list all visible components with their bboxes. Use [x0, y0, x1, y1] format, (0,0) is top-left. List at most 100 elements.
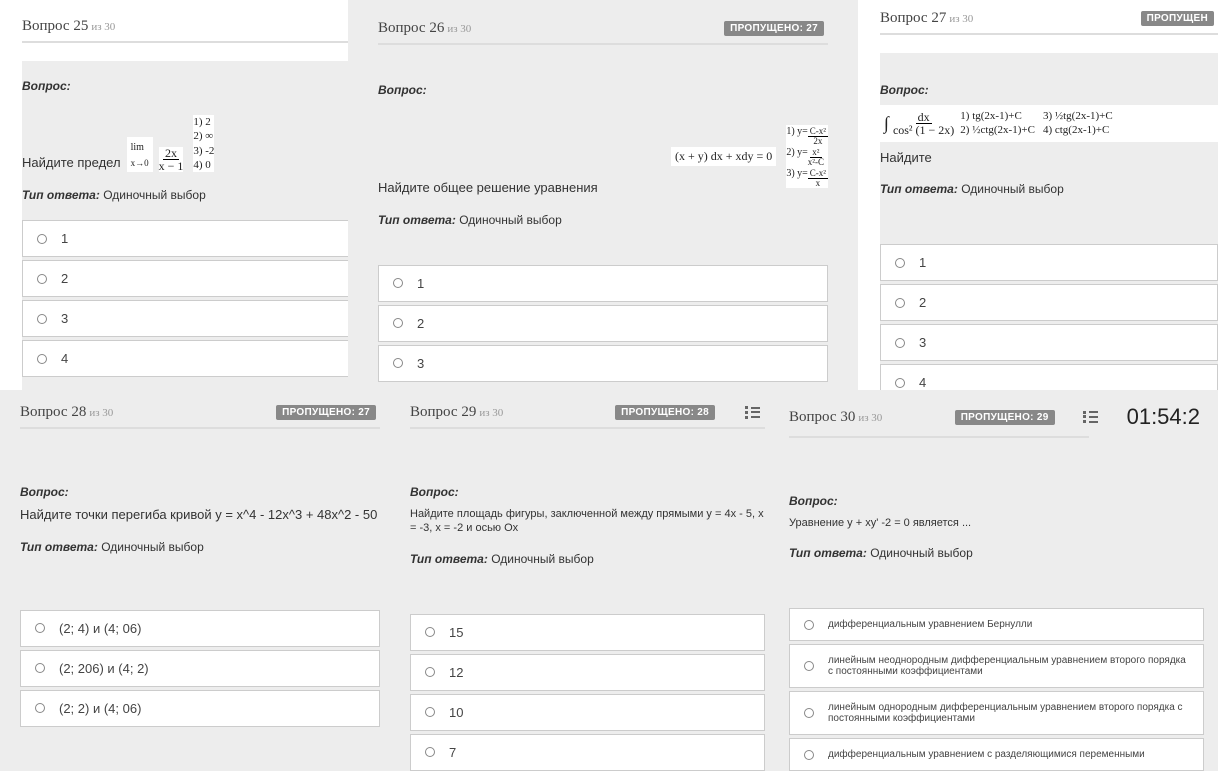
option-label: линейным однородным дифференциальным ура… — [828, 702, 1189, 724]
option-label: 15 — [449, 625, 463, 640]
option[interactable]: 3 — [378, 345, 828, 382]
progress-bar — [789, 436, 1089, 438]
radio-icon — [425, 707, 435, 717]
radio-icon — [37, 314, 47, 324]
option[interactable]: дифференциальным уравнением Бернулли — [789, 608, 1204, 641]
question-card-25: Вопрос 25из 30 Вопрос: Найдите предел li… — [0, 0, 365, 421]
answer-type: Тип ответа: Одиночный выбор — [880, 182, 1218, 196]
option-label: линейным неоднородным дифференциальным у… — [828, 655, 1189, 677]
skipped-badge: ПРОПУЩЕН — [1141, 11, 1214, 26]
answer-type: Тип ответа: Одиночный выбор — [22, 188, 365, 202]
skipped-badge: ПРОПУЩЕНО: 27 — [724, 21, 824, 36]
option[interactable]: 1 — [22, 220, 365, 257]
radio-icon — [895, 298, 905, 308]
question-label: Вопрос: — [880, 83, 1218, 97]
question-card-29: Вопрос 29из 30 ПРОПУЩЕНО: 28 Вопрос: Най… — [390, 390, 775, 771]
radio-icon — [425, 747, 435, 757]
progress-bar — [378, 43, 828, 45]
question-number: Вопрос 28из 30 — [20, 404, 113, 421]
question-card-30: Вопрос 30из 30 ПРОПУЩЕНО: 29 01:54:2 Воп… — [775, 390, 1218, 771]
option-label: 1 — [919, 255, 926, 270]
option[interactable]: линейным неоднородным дифференциальным у… — [789, 644, 1204, 688]
option[interactable]: 2 — [880, 284, 1218, 321]
option-label: дифференциальным уравнением с разделяющи… — [828, 749, 1145, 760]
question-card-27: Вопрос 27из 30 ПРОПУЩЕН Вопрос: ∫ dxcos²… — [858, 0, 1218, 413]
option[interactable]: 7 — [410, 734, 765, 771]
option[interactable]: 1 — [378, 265, 828, 302]
radio-icon — [37, 274, 47, 284]
radio-icon — [895, 338, 905, 348]
option[interactable]: 3 — [22, 300, 365, 337]
skipped-badge: ПРОПУЩЕНО: 28 — [615, 405, 715, 420]
question-text: Найдите предел limx→0 2xx − 1 1) 22) ∞3)… — [22, 115, 365, 172]
question-number: Вопрос 26из 30 — [378, 20, 471, 37]
question-label: Вопрос: — [410, 485, 765, 499]
option[interactable]: дифференциальным уравнением с разделяющи… — [789, 738, 1204, 771]
options-list: 1 2 3 4 — [22, 220, 365, 377]
options-list: 1 2 3 — [378, 265, 828, 382]
option[interactable]: 2 — [22, 260, 365, 297]
question-text: ∫ dxcos² (1 − 2x) 1) tg(2x-1)+C2) ½ctg(2… — [880, 105, 1218, 142]
option[interactable]: 3 — [880, 324, 1218, 361]
radio-icon — [35, 663, 45, 673]
options-list: 1 2 3 4 — [880, 244, 1218, 401]
radio-icon — [425, 627, 435, 637]
radio-icon — [804, 620, 814, 630]
option[interactable]: (2; 2) и (4; 06) — [20, 690, 380, 727]
question-number: Вопрос 25из 30 — [22, 18, 115, 35]
option[interactable]: 4 — [22, 340, 365, 377]
option-label: 1 — [61, 231, 68, 246]
option[interactable]: 12 — [410, 654, 765, 691]
option[interactable]: (2; 4) и (4; 06) — [20, 610, 380, 647]
question-text-below: Найдите — [880, 150, 1218, 167]
skipped-badge: ПРОПУЩЕНО: 27 — [276, 405, 376, 420]
radio-icon — [393, 318, 403, 328]
option-label: (2; 206) и (4; 2) — [59, 661, 149, 676]
question-text-below: Найдите общее решение уравнения — [378, 180, 828, 197]
progress-bar — [880, 33, 1218, 35]
question-label: Вопрос: — [378, 83, 828, 97]
option-label: 2 — [417, 316, 424, 331]
options-list: 15 12 10 7 — [410, 614, 765, 771]
question-label: Вопрос: — [789, 494, 1204, 508]
radio-icon — [895, 378, 905, 388]
radio-icon — [35, 623, 45, 633]
options-list: дифференциальным уравнением Бернулли лин… — [789, 608, 1204, 771]
option[interactable]: 2 — [378, 305, 828, 342]
answer-type: Тип ответа: Одиночный выбор — [410, 552, 765, 566]
option[interactable]: 10 — [410, 694, 765, 731]
radio-icon — [804, 708, 814, 718]
question-text: Найдите точки перегиба кривой y = x^4 - … — [20, 507, 380, 524]
option-label: 10 — [449, 705, 463, 720]
option-label: 3 — [417, 356, 424, 371]
option[interactable]: линейным однородным дифференциальным ура… — [789, 691, 1204, 735]
radio-icon — [804, 661, 814, 671]
option-label: 12 — [449, 665, 463, 680]
question-number: Вопрос 30из 30 — [789, 409, 882, 426]
radio-icon — [804, 750, 814, 760]
skipped-badge: ПРОПУЩЕНО: 29 — [955, 410, 1055, 425]
list-icon[interactable] — [1083, 410, 1099, 424]
question-number: Вопрос 27из 30 — [880, 10, 973, 27]
question-label: Вопрос: — [22, 79, 365, 93]
option-label: 3 — [61, 311, 68, 326]
radio-icon — [425, 667, 435, 677]
timer: 01:54:2 — [1127, 404, 1200, 430]
radio-icon — [393, 358, 403, 368]
progress-bar — [410, 427, 765, 429]
option[interactable]: (2; 206) и (4; 2) — [20, 650, 380, 687]
option-label: 4 — [61, 351, 68, 366]
radio-icon — [393, 278, 403, 288]
radio-icon — [895, 258, 905, 268]
option-label: 7 — [449, 745, 456, 760]
option-label: 1 — [417, 276, 424, 291]
option-label: дифференциальным уравнением Бернулли — [828, 619, 1032, 630]
list-icon[interactable] — [745, 406, 761, 420]
option-label: (2; 4) и (4; 06) — [59, 621, 141, 636]
radio-icon — [35, 703, 45, 713]
option[interactable]: 15 — [410, 614, 765, 651]
question-text: Уравнение y + xy' -2 = 0 является ... — [789, 516, 1204, 530]
question-card-26: Вопрос 26из 30 ПРОПУЩЕНО: 27 Вопрос: (x … — [348, 0, 858, 382]
option-label: 2 — [919, 295, 926, 310]
option[interactable]: 1 — [880, 244, 1218, 281]
